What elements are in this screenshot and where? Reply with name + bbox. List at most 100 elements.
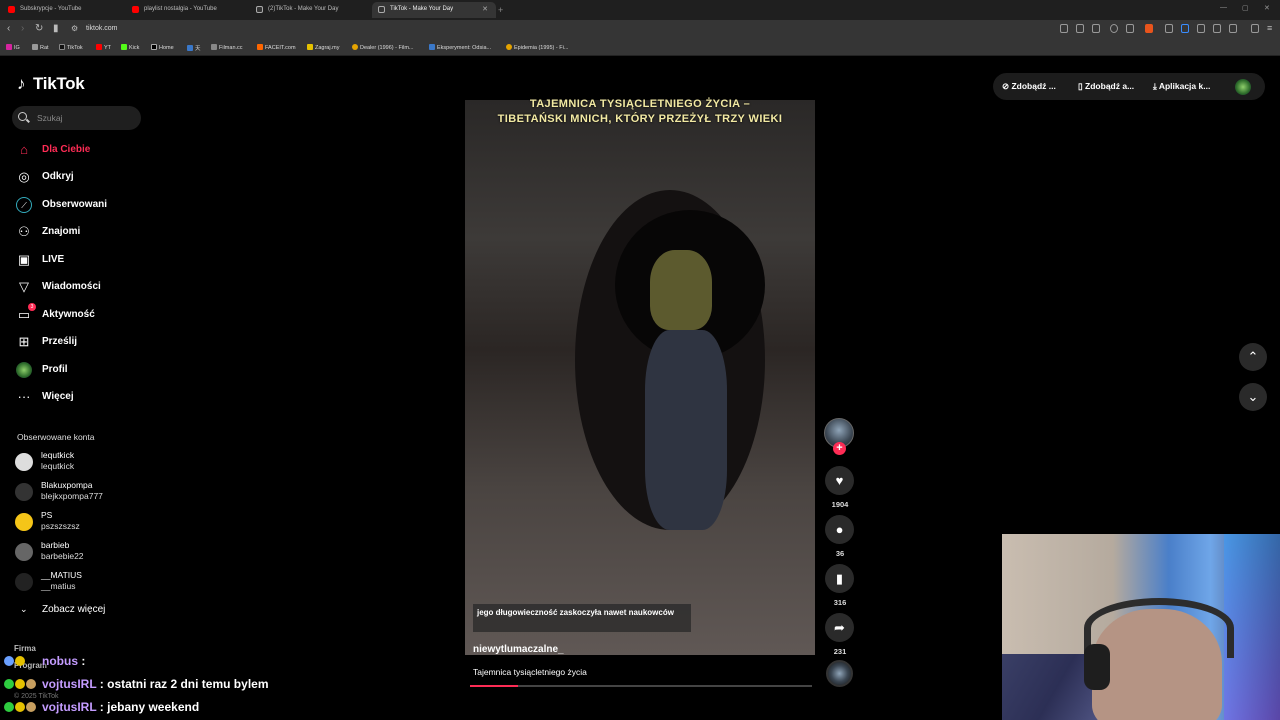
link-icon[interactable] <box>1229 24 1237 33</box>
bookmark-item[interactable]: FACEIT.com <box>257 44 296 51</box>
maximize-button[interactable]: ▢ <box>1242 4 1249 12</box>
followed-accounts-title: Obserwowane konta <box>17 432 95 442</box>
nav-item-explore[interactable]: ◎ Odkryj <box>14 167 154 189</box>
download-icon[interactable] <box>1213 24 1221 33</box>
chat-message: vojtusIRL : ostatni raz 2 dni temu bylem <box>4 677 269 691</box>
nav-item-following[interactable]: ⟋ Obserwowani <box>14 195 154 217</box>
bookmark-item[interactable]: Kick <box>121 44 139 51</box>
bookmark-item[interactable]: Home <box>151 44 174 51</box>
puzzle-icon[interactable] <box>1197 24 1205 33</box>
avatar <box>15 453 33 471</box>
bookmark-item[interactable]: Filman.cc <box>211 44 243 51</box>
tiktok-icon <box>378 6 385 13</box>
bookmark-item[interactable]: YT <box>96 44 111 51</box>
upload-icon: ⊞ <box>18 334 30 349</box>
vpn-icon[interactable] <box>1165 24 1173 33</box>
messages-icon: ▽ <box>19 279 29 294</box>
followed-account[interactable]: Blakuxpompa blejkxpompa777 <box>15 478 155 506</box>
menu-icon[interactable]: ≡ <box>1267 24 1275 33</box>
video-player[interactable] <box>465 100 815 655</box>
following-icon: ⟋ <box>16 197 32 213</box>
comment-icon: ● <box>835 522 844 537</box>
get-app-button[interactable]: ▯ Zdobądź a... <box>1078 81 1134 92</box>
minimize-button[interactable]: — <box>1220 4 1227 11</box>
nav-item-messages[interactable]: ▽ Wiadomości <box>14 277 154 299</box>
comment-count: 36 <box>835 549 845 558</box>
see-more-link[interactable]: Zobacz więcej <box>42 604 105 615</box>
get-coins-button[interactable]: ⊘ Zdobądź ... <box>1002 81 1056 92</box>
back-icon[interactable]: ‹ <box>7 23 10 34</box>
chevron-down-icon: ⌄ <box>20 604 28 614</box>
url-field[interactable]: tiktok.com <box>86 25 118 32</box>
like-button[interactable]: ♥ <box>825 466 854 495</box>
chat-message: vojtusIRL : jebany weekend <box>4 700 199 714</box>
video-description: Tajemnica tysiącletniego życia <box>473 667 587 677</box>
webcam-overlay <box>1002 534 1280 720</box>
bookmark-item[interactable]: TikTok <box>59 44 83 51</box>
browser-tab[interactable]: playlist nostalgia - YouTube <box>126 2 250 18</box>
bookmark-item[interactable]: 天 <box>187 44 201 52</box>
next-video-button[interactable]: ⌄ <box>1239 383 1267 411</box>
tiktok-logo-icon[interactable]: ♪ <box>17 74 26 94</box>
extension-icon[interactable] <box>1181 24 1189 33</box>
comment-button[interactable]: ● <box>825 515 854 544</box>
notification-badge: 3 <box>28 303 36 311</box>
followed-account[interactable]: barbieb barbebie22 <box>15 538 155 566</box>
bookmark-item[interactable]: Epidemia (1995) - Fi... <box>506 44 568 51</box>
browser-tab[interactable]: Subskrypcje - YouTube <box>2 2 126 18</box>
close-tab-icon[interactable]: ✕ <box>482 5 488 13</box>
share-icon[interactable] <box>1126 24 1134 33</box>
nav-item-for-you[interactable]: ⌂ Dla Ciebie <box>14 140 154 162</box>
avatar <box>15 483 33 501</box>
share-count: 231 <box>833 647 847 656</box>
footer-company[interactable]: Firma <box>14 644 36 653</box>
followed-account[interactable]: lequtkick lequtkick <box>15 448 155 476</box>
screenshot-icon[interactable] <box>1092 24 1100 33</box>
previous-video-button[interactable]: ⌃ <box>1239 343 1267 371</box>
reload-icon[interactable]: ↻ <box>35 23 43 34</box>
avatar[interactable] <box>1235 79 1251 95</box>
bookmark-item[interactable]: Zagraj.my <box>307 44 339 51</box>
new-tab-button[interactable]: + <box>498 5 503 15</box>
bookmark-icon[interactable]: ▮ <box>53 23 59 34</box>
nav-item-activity[interactable]: ▭ 3 Aktywność <box>14 303 154 327</box>
follow-button[interactable]: + <box>833 442 846 455</box>
tiktok-logo[interactable]: TikTok <box>33 74 85 94</box>
forward-icon[interactable]: › <box>21 23 24 34</box>
nav-item-profile[interactable]: Profil <box>14 360 154 382</box>
followed-account[interactable]: PS pszszszsz <box>15 508 155 536</box>
zoom-icon[interactable] <box>1110 24 1118 33</box>
like-count: 1904 <box>831 500 849 509</box>
nav-item-friends[interactable]: ⚇ Znajomi <box>14 222 154 244</box>
share-button[interactable]: ➦ <box>825 613 854 642</box>
browser-tab-active[interactable]: TikTok - Make Your Day ✕ <box>372 2 496 18</box>
bookmark-item[interactable]: Rat <box>32 44 49 51</box>
bookmark-item[interactable]: Dealer (1996) - Film... <box>352 44 414 51</box>
nav-item-live[interactable]: ▣ LIVE <box>14 250 154 272</box>
video-author[interactable]: niewytlumaczalne_ <box>473 644 564 655</box>
media-icon[interactable] <box>1251 24 1259 33</box>
youtube-icon <box>132 6 139 13</box>
profile-icon <box>16 362 32 378</box>
browser-tab[interactable]: (2)TikTok - Make Your Day <box>250 2 374 18</box>
search-placeholder: Szukaj <box>37 113 63 123</box>
address-toolbar: ‹ › ↻ ▮ ⚙ <box>0 20 1280 39</box>
music-disc[interactable] <box>826 660 853 687</box>
nav-item-upload[interactable]: ⊞ Prześlij <box>14 332 154 354</box>
brave-shield-icon[interactable] <box>1145 24 1153 33</box>
close-window-button[interactable]: ✕ <box>1264 4 1270 12</box>
nav-item-more[interactable]: ··· Więcej <box>14 387 154 409</box>
extension-icon[interactable] <box>1060 24 1068 33</box>
bookmark-item[interactable]: IG <box>6 44 20 51</box>
avatar <box>15 513 33 531</box>
save-button[interactable]: ▮ <box>825 564 854 593</box>
site-info-icon[interactable]: ⚙ <box>71 24 78 33</box>
desktop-app-button[interactable]: ⤓ Aplikacja k... <box>1153 81 1210 92</box>
video-progress-bar[interactable] <box>470 685 812 687</box>
bookmark-item[interactable]: Eksperyment: Odsia... <box>429 44 491 51</box>
cast-icon[interactable] <box>1076 24 1084 33</box>
home-icon: ⌂ <box>20 142 28 157</box>
search-input[interactable] <box>12 106 141 130</box>
compass-icon: ◎ <box>18 169 30 184</box>
followed-account[interactable]: __MATIUS __matius <box>15 568 155 596</box>
